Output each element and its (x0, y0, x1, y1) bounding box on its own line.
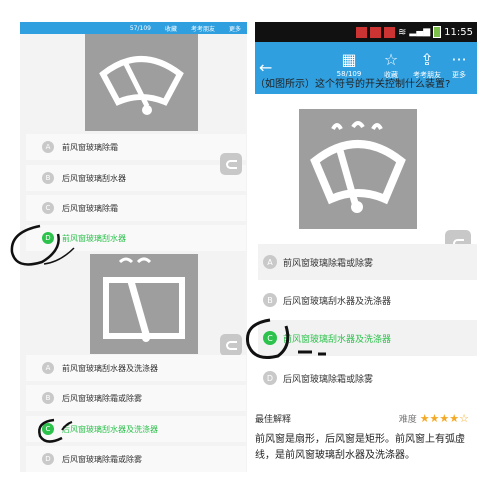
option-letter: D (42, 232, 54, 244)
left-exam-friends-button[interactable]: 考考朋友 (191, 24, 215, 33)
rear-wiper-symbol-image (90, 254, 198, 354)
option-text: 后风窗玻璃刮水器及洗涤器 (283, 296, 392, 307)
status-time: 11:55 (444, 26, 473, 38)
wiper-washer-icon (310, 121, 406, 213)
option-text: 后风窗玻璃除霜或除雾 (62, 393, 142, 403)
grid-icon: ▦ (341, 49, 357, 69)
app-notification-icon (384, 26, 396, 38)
left-q2-option-a[interactable]: A 前风窗玻璃刮水器及洗涤器 (26, 355, 246, 381)
right-screenshot: ≋ ▂▄▆ 11:55 ← ▦ 58/109 ☆ 收藏 ⇪ 考考朋友 ··· 更… (255, 22, 477, 472)
battery-icon (433, 26, 442, 38)
option-letter: B (42, 172, 54, 184)
difficulty-rating: 难度 ★★★★☆ (399, 412, 469, 425)
option-letter: B (42, 392, 54, 404)
left-q2-option-d[interactable]: D 后风窗玻璃除霜或除雾 (26, 446, 246, 472)
explanation-text: 前风窗是扇形，后风窗是矩形。前风窗上有弧虚线，是前风窗玻璃刮水器及洗涤器。 (255, 434, 465, 461)
explanation-title: 最佳解释 (255, 415, 292, 425)
question-counter: ▦ 58/109 (329, 48, 369, 79)
option-text: 前风窗玻璃除霜 (62, 142, 118, 152)
right-option-a[interactable]: A 前风窗玻璃除霜或除雾 (258, 244, 477, 280)
signal-icon: ▂▄▆ (409, 27, 431, 37)
left-more-button[interactable]: 更多 (229, 24, 241, 33)
right-option-c[interactable]: C 前风窗玻璃刮水器及洗涤器 (258, 320, 477, 356)
back-arrow-icon[interactable]: ← (259, 58, 272, 77)
left-float-button-1[interactable] (220, 153, 242, 175)
more-dots-icon: ··· (451, 49, 467, 69)
left-q1-option-c[interactable]: C 后风窗玻璃除霜 (26, 195, 246, 221)
option-letter: A (263, 255, 277, 269)
option-text: 后风窗玻璃除霜或除雾 (283, 374, 374, 385)
counter-label: 58/109 (336, 70, 362, 78)
front-wiper-symbol-image (85, 34, 198, 131)
option-letter: C (263, 331, 277, 345)
explanation-header: 最佳解释 难度 ★★★★☆ (255, 412, 477, 430)
option-letter: B (263, 293, 277, 307)
c-icon (225, 340, 237, 350)
collect-button[interactable]: ☆ 收藏 (371, 48, 411, 80)
c-icon (225, 159, 237, 169)
more-button[interactable]: ··· 更多 (441, 48, 477, 80)
left-q1-option-a[interactable]: A 前风窗玻璃除霜 (26, 134, 246, 160)
left-q1-option-b[interactable]: B 后风窗玻璃刮水器 (26, 165, 246, 191)
option-letter: C (42, 423, 54, 435)
left-q1-option-d[interactable]: D 前风窗玻璃刮水器 (26, 225, 246, 251)
left-q2-option-c[interactable]: C 后风窗玻璃刮水器及洗涤器 (26, 416, 246, 442)
option-text: 后风窗玻璃刮水器 (62, 173, 126, 183)
option-letter: D (42, 453, 54, 465)
left-q2-option-b[interactable]: B 后风窗玻璃除霜或除雾 (26, 385, 246, 411)
rear-wiper-icon (103, 257, 185, 342)
wiper-washer-symbol-image (299, 109, 417, 229)
status-bar: ≋ ▂▄▆ 11:55 (255, 22, 477, 42)
right-option-b[interactable]: B 后风窗玻璃刮水器及洗涤器 (258, 282, 477, 318)
option-text: 后风窗玻璃除霜 (62, 203, 118, 213)
app-notification-icon (356, 26, 368, 38)
front-wiper-icon (99, 56, 184, 115)
star-icon: ☆ (383, 49, 399, 69)
option-text: 前风窗玻璃除霜或除雾 (283, 258, 374, 269)
difficulty-label: 难度 (398, 415, 417, 425)
question-text: （如图所示）这个符号的开关控制什么装置? (255, 79, 451, 90)
option-letter: A (42, 141, 54, 153)
left-top-bar: 57/109 收藏 考考朋友 更多 (20, 22, 247, 34)
option-text: 前风窗玻璃刮水器及洗涤器 (283, 334, 392, 345)
right-option-d[interactable]: D 后风窗玻璃除霜或除雾 (258, 360, 477, 396)
left-float-button-2[interactable] (220, 334, 242, 356)
option-text: 后风窗玻璃除霜或除雾 (62, 454, 142, 464)
option-text: 前风窗玻璃刮水器及洗涤器 (62, 363, 158, 373)
left-counter: 57/109 (129, 24, 151, 32)
option-text: 前风窗玻璃刮水器 (62, 233, 126, 243)
wifi-icon: ≋ (398, 26, 407, 38)
left-collect-button[interactable]: 收藏 (165, 24, 177, 33)
option-letter: A (42, 362, 54, 374)
app-notification-icon (370, 26, 382, 38)
option-text: 后风窗玻璃刮水器及洗涤器 (62, 424, 158, 434)
option-letter: D (263, 371, 277, 385)
option-letter: C (42, 202, 54, 214)
difficulty-stars: ★★★★☆ (419, 412, 469, 425)
left-screenshot: 57/109 收藏 考考朋友 更多 A 前风窗玻璃除霜 B 后风窗玻璃刮水器 C 后风… (20, 22, 247, 472)
